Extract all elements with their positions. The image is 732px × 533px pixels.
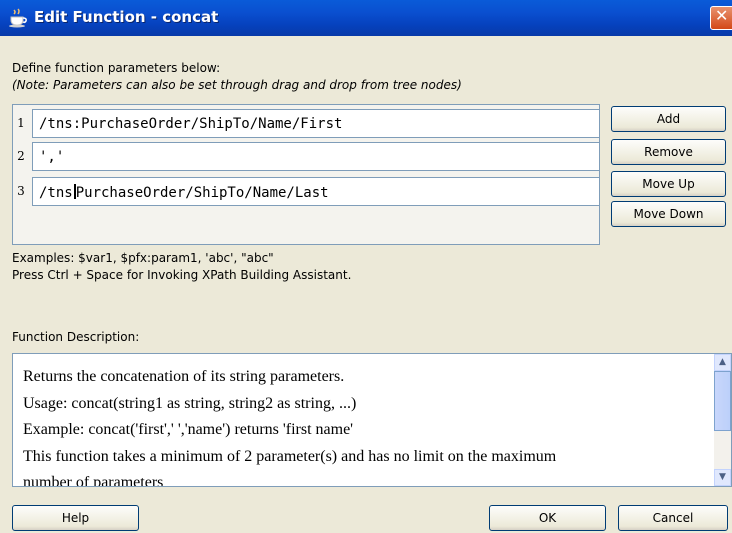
close-icon: ✕ — [715, 6, 729, 25]
coffee-cup-icon — [9, 8, 27, 28]
remove-button[interactable]: Remove — [611, 139, 726, 165]
parameter-index: 2 — [17, 149, 25, 163]
description-line: number of parameters — [23, 474, 164, 487]
description-line: Example: concat('first',' ','name') retu… — [23, 421, 354, 438]
close-button[interactable]: ✕ — [710, 6, 732, 30]
scrollbar-thumb[interactable] — [714, 371, 731, 431]
add-button[interactable]: Add — [611, 106, 726, 132]
parameter-index: 1 — [17, 116, 25, 130]
description-scrollbar[interactable]: ▲ ▼ — [714, 354, 731, 486]
parameter-row: 2 ',' — [12, 142, 602, 171]
parameter-input[interactable]: /tns PurchaseOrder/ShipTo/Name/Last — [32, 177, 600, 206]
scroll-down-arrow-icon[interactable]: ▼ — [714, 469, 731, 486]
help-button[interactable]: Help — [12, 505, 139, 531]
function-description-box: Returns the concatenation of its string … — [12, 353, 732, 487]
parameter-input[interactable]: ',' — [32, 142, 600, 171]
function-description-label: Function Description: — [12, 330, 140, 344]
parameter-row: 1 /tns:PurchaseOrder/ShipTo/Name/First — [12, 109, 602, 138]
description-line: This function takes a minimum of 2 param… — [23, 448, 557, 465]
examples-text: Examples: $var1, $pfx:param1, 'abc', "ab… — [12, 251, 274, 265]
ok-button[interactable]: OK — [489, 505, 606, 531]
xpath-assistant-hint: Press Ctrl + Space for Invoking XPath Bu… — [12, 268, 352, 282]
scroll-up-arrow-icon[interactable]: ▲ — [714, 354, 731, 371]
description-line: Usage: concat(string1 as string, string2… — [23, 395, 357, 412]
move-up-button[interactable]: Move Up — [611, 171, 726, 197]
move-down-button[interactable]: Move Down — [611, 201, 726, 227]
instructions-label: Define function parameters below: — [12, 61, 221, 75]
parameter-text-before-caret: /tns — [39, 185, 73, 201]
parameter-input[interactable]: /tns:PurchaseOrder/ShipTo/Name/First — [32, 109, 600, 138]
cancel-button[interactable]: Cancel — [618, 505, 728, 531]
parameter-text-after-caret: PurchaseOrder/ShipTo/Name/Last — [75, 185, 329, 201]
parameter-row: 3 /tns PurchaseOrder/ShipTo/Name/Last — [12, 177, 602, 206]
drag-drop-note: (Note: Parameters can also be set throug… — [12, 78, 462, 92]
parameter-index: 3 — [17, 184, 25, 198]
window-title: Edit Function - concat — [34, 8, 219, 26]
title-bar: Edit Function - concat ✕ — [0, 0, 732, 36]
description-line: Returns the concatenation of its string … — [23, 368, 345, 385]
